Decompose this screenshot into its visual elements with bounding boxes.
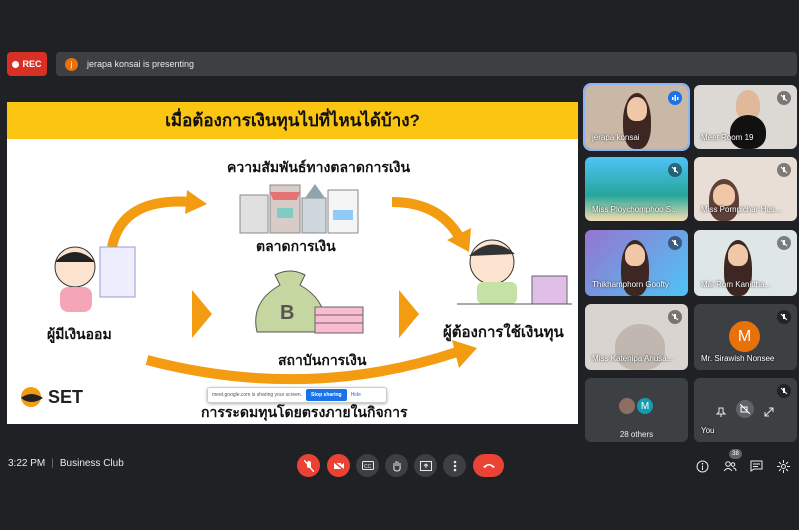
raise-hand-button[interactable] — [385, 454, 408, 477]
money-bag-illustration: B — [255, 270, 364, 334]
chat-icon — [750, 460, 762, 472]
svg-text:CC: CC — [364, 464, 372, 470]
camera-off-icon[interactable] — [736, 400, 754, 418]
camera-off-icon — [332, 460, 345, 471]
participant-tile-meet-room[interactable]: Meet Room 19 — [694, 85, 797, 149]
participant-name: Meet Room 19 — [701, 133, 754, 142]
participant-name: You — [701, 426, 715, 435]
set-logo: SET — [19, 386, 83, 408]
participant-tile-others[interactable]: M 28 others — [585, 378, 688, 442]
participant-tile-you[interactable]: You — [694, 378, 797, 442]
recording-label: REC — [22, 59, 42, 69]
hand-icon — [392, 460, 401, 472]
mic-off-icon — [668, 236, 682, 250]
meeting-title: Business Club — [59, 458, 124, 469]
more-options-button[interactable] — [443, 454, 466, 477]
mic-off-icon — [777, 384, 791, 398]
meeting-details-button[interactable] — [693, 457, 711, 475]
mic-off-icon — [777, 163, 791, 177]
screen-share-banner: meet.google.com is sharing your screen. … — [207, 387, 387, 403]
more-vert-icon — [453, 460, 456, 471]
participant-tile-sirawish[interactable]: M Mr. Sirawish Nonsee — [694, 304, 797, 370]
mic-off-icon — [777, 236, 791, 250]
participant-tile-kanittha[interactable]: Mai Rom Kanittha... — [694, 230, 797, 296]
participant-tile-pornpichar[interactable]: Miss Pornpichar Hus... — [694, 157, 797, 221]
meeting-info: 3:22 PM | Business Club — [8, 458, 124, 469]
participant-tile-ploychomphoo[interactable]: Miss Ploychomphoo S... — [585, 157, 688, 221]
people-button[interactable] — [721, 457, 739, 475]
borrower-illustration — [457, 239, 572, 305]
presentation-screen: เมื่อต้องการเงินทุนไปที่ไหนได้บ้าง? ความ… — [7, 102, 578, 424]
participant-tile-jerapa[interactable]: jerapa konsai — [583, 83, 690, 151]
participant-name: Thikhamphorn Goofty — [592, 280, 669, 289]
presenting-text: jerapa konsai is presenting — [87, 59, 195, 69]
set-logo-text: SET — [48, 386, 84, 407]
avatar: M — [729, 321, 760, 352]
borrowers-label: ผู้ต้องการใช้เงินทุน — [443, 324, 564, 341]
pin-icon[interactable] — [715, 404, 727, 422]
savers-label: ผู้มีเงินออม — [47, 326, 112, 342]
participant-tile-thikhamphorn[interactable]: Thikhamphorn Goofty — [585, 230, 688, 296]
activities-icon — [776, 459, 790, 473]
direct-financing-label: การระดมทุนโดยตรงภายในกิจการ — [201, 404, 408, 420]
participant-name: Miss Pornpichar Hus... — [701, 205, 782, 214]
avatar: M — [635, 396, 655, 416]
participant-tile-katenipa[interactable]: Miss Katenipa Anusa... — [585, 304, 688, 370]
recording-indicator: REC — [7, 52, 47, 76]
hang-up-icon — [482, 464, 495, 468]
captions-icon: CC — [361, 461, 374, 470]
activities-button[interactable] — [774, 457, 792, 475]
avatar — [617, 396, 637, 416]
present-screen-button[interactable] — [414, 454, 437, 477]
clock-time: 3:22 PM — [8, 458, 46, 469]
speaking-indicator-icon — [668, 91, 682, 105]
institutions-label: สถาบันการเงิน — [278, 352, 367, 368]
participant-name: jerapa konsai — [592, 133, 640, 142]
participant-name: Miss Ploychomphoo S... — [592, 205, 678, 214]
mic-off-icon — [777, 310, 791, 324]
presenting-banner: j jerapa konsai is presenting — [56, 52, 797, 76]
people-icon — [723, 460, 737, 471]
info-icon — [696, 460, 708, 472]
participant-name: Mai Rom Kanittha... — [701, 280, 772, 289]
captions-button[interactable]: CC — [356, 454, 379, 477]
stop-sharing-button[interactable]: Stop sharing — [306, 389, 347, 401]
share-banner-text: meet.google.com is sharing your screen. — [212, 392, 303, 398]
participant-name: Miss Katenipa Anusa... — [592, 354, 674, 363]
mic-off-icon — [303, 459, 314, 472]
presenter-avatar: j — [65, 57, 78, 71]
mic-off-icon — [668, 163, 682, 177]
people-count-badge: 38 — [729, 449, 742, 459]
saver-illustration — [54, 246, 136, 312]
leave-call-button[interactable] — [473, 454, 504, 477]
present-icon — [419, 460, 432, 471]
mic-off-icon — [668, 310, 682, 324]
microphone-toggle-button[interactable] — [297, 454, 320, 477]
set-logo-mark-icon — [21, 387, 43, 407]
others-count-label: 28 others — [619, 430, 654, 439]
minimize-icon[interactable] — [764, 404, 774, 422]
record-dot-icon — [12, 60, 20, 68]
camera-toggle-button[interactable] — [327, 454, 350, 477]
hide-banner-button[interactable]: Hide — [351, 392, 361, 398]
chat-button[interactable] — [747, 457, 765, 475]
participant-name: Mr. Sirawish Nonsee — [701, 354, 775, 363]
mic-off-icon — [777, 91, 791, 105]
bag-letter: B — [280, 302, 294, 324]
